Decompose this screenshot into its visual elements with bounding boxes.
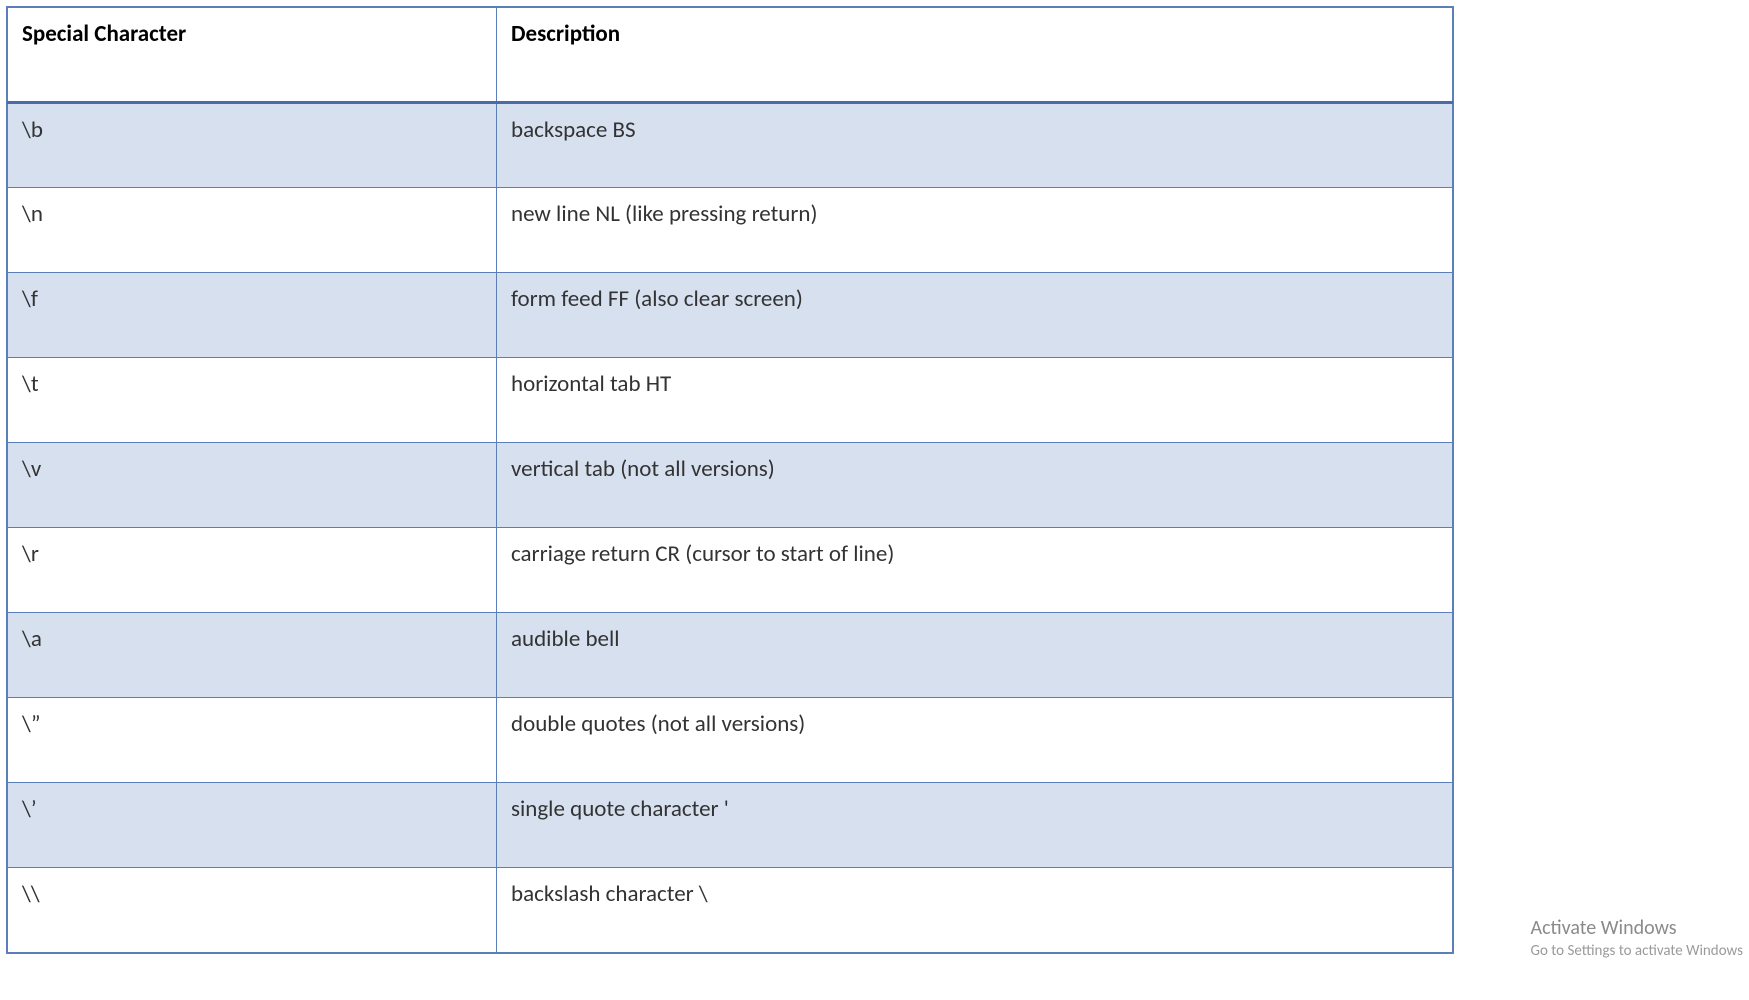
cell-char: \v [8, 443, 497, 528]
cell-char: \” [8, 698, 497, 783]
table-row: \\ backslash character \ [8, 868, 1453, 953]
cell-char: \a [8, 613, 497, 698]
cell-desc: vertical tab (not all versions) [497, 443, 1453, 528]
cell-desc: single quote character ' [497, 783, 1453, 868]
table-row: \a audible bell [8, 613, 1453, 698]
cell-desc: backspace BS [497, 103, 1453, 188]
table-row: \n new line NL (like pressing return) [8, 188, 1453, 273]
cell-desc: backslash character \ [497, 868, 1453, 953]
table-row: \” double quotes (not all versions) [8, 698, 1453, 783]
table-body: \b backspace BS \n new line NL (like pre… [8, 103, 1453, 953]
cell-char: \n [8, 188, 497, 273]
cell-char: \f [8, 273, 497, 358]
table-row: \v vertical tab (not all versions) [8, 443, 1453, 528]
watermark-title: Activate Windows [1531, 916, 1744, 940]
cell-desc: double quotes (not all versions) [497, 698, 1453, 783]
windows-activation-watermark: Activate Windows Go to Settings to activ… [1531, 916, 1744, 960]
watermark-subtitle: Go to Settings to activate Windows [1531, 942, 1744, 960]
header-description: Description [497, 8, 1453, 103]
table-row: \f form feed FF (also clear screen) [8, 273, 1453, 358]
table-header-row: Special Character Description [8, 8, 1453, 103]
table-row: \’ single quote character ' [8, 783, 1453, 868]
cell-desc: audible bell [497, 613, 1453, 698]
cell-char: \b [8, 103, 497, 188]
cell-desc: carriage return CR (cursor to start of l… [497, 528, 1453, 613]
cell-char: \\ [8, 868, 497, 953]
table-row: \r carriage return CR (cursor to start o… [8, 528, 1453, 613]
cell-char: \r [8, 528, 497, 613]
header-special-character: Special Character [8, 8, 497, 103]
cell-char: \t [8, 358, 497, 443]
table-row: \b backspace BS [8, 103, 1453, 188]
special-characters-table: Special Character Description \b backspa… [7, 7, 1453, 953]
cell-char: \’ [8, 783, 497, 868]
cell-desc: horizontal tab HT [497, 358, 1453, 443]
cell-desc: new line NL (like pressing return) [497, 188, 1453, 273]
special-characters-table-container: Special Character Description \b backspa… [6, 6, 1454, 954]
table-row: \t horizontal tab HT [8, 358, 1453, 443]
cell-desc: form feed FF (also clear screen) [497, 273, 1453, 358]
